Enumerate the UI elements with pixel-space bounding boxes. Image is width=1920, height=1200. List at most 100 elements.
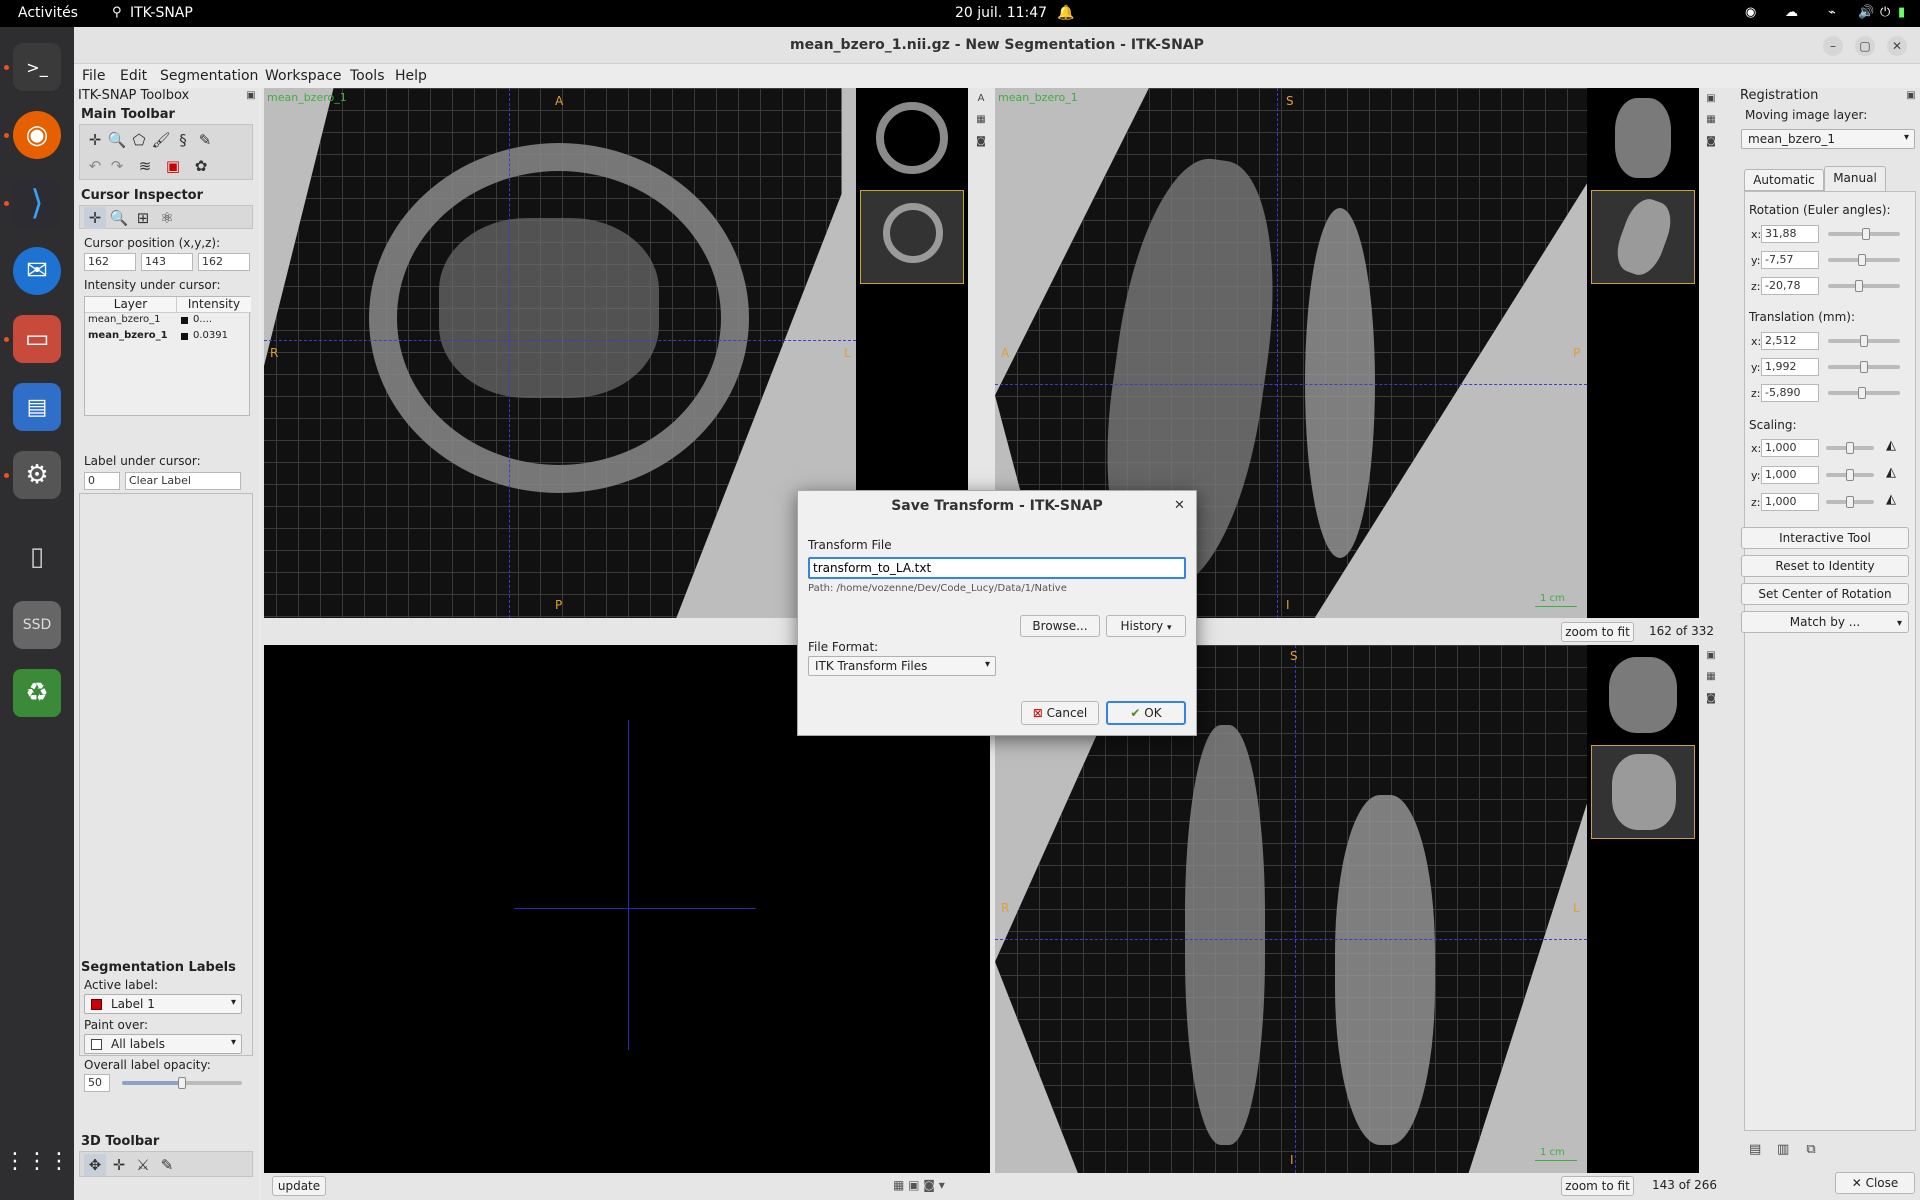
scaling-z-field[interactable]: 1,000 <box>1761 493 1819 511</box>
cloud-icon[interactable]: ☁ <box>1785 5 1798 20</box>
ok-button[interactable]: ✔ OK <box>1106 701 1186 725</box>
tab-manual[interactable]: Manual <box>1824 166 1886 191</box>
maximize-button[interactable]: ▢ <box>1855 36 1875 56</box>
zoom-inspect-icon[interactable]: 🔍 <box>108 207 130 229</box>
dialog-close-icon[interactable]: ✕ <box>1174 498 1185 513</box>
scaling-z-slider[interactable] <box>1826 496 1874 508</box>
table-icon[interactable]: ▦ <box>975 114 987 126</box>
menu-segmentation[interactable]: Segmentation <box>160 68 258 84</box>
crosshair-3d-icon[interactable]: ✛ <box>108 1154 130 1176</box>
network-icon[interactable]: ⌁ <box>1828 5 1836 20</box>
layers-icon[interactable]: ≋ <box>134 155 156 177</box>
terminal-icon[interactable]: >_ <box>13 43 61 91</box>
thumbnail-2-selected[interactable] <box>1591 190 1695 284</box>
files-icon[interactable]: ▭ <box>13 315 61 363</box>
slider-handle[interactable] <box>1858 254 1866 266</box>
app-menu-icon[interactable]: ⚲ <box>112 5 122 20</box>
paintbrush-tool-icon[interactable]: 🖌 <box>150 129 172 151</box>
menu-help[interactable]: Help <box>395 68 427 84</box>
rotation-y-field[interactable]: -7,57 <box>1761 251 1819 269</box>
transform-file-input[interactable] <box>808 557 1186 579</box>
opacity-slider-handle[interactable] <box>178 1077 186 1089</box>
opacity-slider[interactable] <box>122 1077 242 1089</box>
trash-icon[interactable]: ♻ <box>13 669 61 717</box>
show-apps-icon[interactable]: ⋮⋮⋮ <box>4 1137 70 1185</box>
slider-handle[interactable] <box>1846 496 1854 508</box>
scaling-y-slider[interactable] <box>1826 469 1874 481</box>
vscode-icon[interactable]: ⟩ <box>13 179 61 227</box>
layer-name-cell[interactable]: mean_bzero_1 <box>88 330 168 341</box>
flip-icon[interactable]: ◭ <box>1886 465 1896 480</box>
title-bar[interactable]: mean_bzero_1.nii.gz - New Segmentation -… <box>74 27 1920 64</box>
camera-icon[interactable]: ◙ <box>1705 693 1717 705</box>
zoom-tool-icon[interactable]: 🔍 <box>106 129 128 151</box>
minimize-button[interactable]: – <box>1823 36 1843 56</box>
table-icon[interactable]: ▦ <box>1705 671 1717 683</box>
close-window-button[interactable]: ✕ <box>1887 36 1907 56</box>
layer-name-cell[interactable]: mean_bzero_1 <box>88 314 160 325</box>
cursor-x-field[interactable]: 162 <box>84 253 136 271</box>
camera-icon[interactable]: ◙ <box>1705 136 1717 148</box>
grid-icon[interactable]: ⊞ <box>132 207 154 229</box>
rotation-x-slider[interactable] <box>1828 228 1900 240</box>
reset-identity-button[interactable]: Reset to Identity <box>1741 555 1909 577</box>
open-icon[interactable]: ▤ <box>1749 1142 1761 1157</box>
translation-z-slider[interactable] <box>1828 387 1900 399</box>
slider-handle[interactable] <box>1860 335 1868 347</box>
network-tool-icon[interactable]: ⚛ <box>156 207 178 229</box>
file-format-select[interactable]: ITK Transform Files ▾ <box>808 656 996 676</box>
paint-over-select[interactable]: All labels ▾ <box>84 1034 242 1054</box>
menu-edit[interactable]: Edit <box>120 68 147 84</box>
translation-x-slider[interactable] <box>1828 335 1900 347</box>
slider-handle[interactable] <box>1862 228 1870 240</box>
ssd-drive-icon[interactable]: SSD <box>13 601 61 649</box>
cursor-z-field[interactable]: 162 <box>198 253 250 271</box>
browse-button[interactable]: Browse... <box>1020 615 1100 637</box>
undo-icon[interactable]: ↶ <box>84 155 106 177</box>
zoom-to-fit-button[interactable]: zoom to fit <box>1561 622 1634 642</box>
interactive-tool-button[interactable]: Interactive Tool <box>1741 527 1909 549</box>
rotation-z-slider[interactable] <box>1828 280 1900 292</box>
palette-icon[interactable]: ✿ <box>190 155 212 177</box>
update-button[interactable]: update <box>272 1176 326 1196</box>
rotation-z-field[interactable]: -20,78 <box>1761 277 1819 295</box>
libreoffice-impress-icon[interactable]: ▤ <box>13 383 61 431</box>
annotate-icon[interactable]: ▣ <box>1705 650 1717 662</box>
slider-handle[interactable] <box>1855 280 1863 292</box>
translation-z-field[interactable]: -5,890 <box>1761 384 1819 402</box>
thunderbird-icon[interactable]: ✉ <box>13 247 61 295</box>
close-button[interactable]: ✕ Close <box>1835 1172 1915 1194</box>
slider-handle[interactable] <box>1846 442 1854 454</box>
undock-icon[interactable]: ▣ <box>1905 90 1917 102</box>
opacity-field[interactable]: 50 <box>84 1074 110 1092</box>
layout-icons[interactable]: ▦ ▣ ◙ ▾ <box>893 1178 945 1192</box>
cancel-button[interactable]: ⊠ Cancel <box>1021 701 1099 725</box>
device-icon[interactable]: ▯ <box>13 533 61 581</box>
annotate-icon[interactable]: A <box>975 93 987 105</box>
active-label-select[interactable]: Label 1 ▾ <box>84 994 242 1014</box>
scaling-x-slider[interactable] <box>1826 442 1874 454</box>
zoom-to-fit-button[interactable]: zoom to fit <box>1561 1176 1634 1196</box>
camera-icon[interactable]: ◙ <box>975 136 987 148</box>
scaling-y-field[interactable]: 1,000 <box>1761 466 1819 484</box>
cursor-tool-icon[interactable]: ✛ <box>84 207 106 229</box>
menu-workspace[interactable]: Workspace <box>265 68 342 84</box>
app-menu[interactable]: ITK-SNAP <box>130 5 193 21</box>
spray-icon[interactable]: ✎ <box>156 1154 178 1176</box>
copy-icon[interactable]: ⧉ <box>1805 1142 1817 1157</box>
scaling-x-field[interactable]: 1,000 <box>1761 439 1819 457</box>
table-icon[interactable]: ▦ <box>1705 114 1717 126</box>
redo-icon[interactable]: ↷ <box>106 155 128 177</box>
thumbnail-2-selected[interactable] <box>860 190 964 284</box>
layout-icon[interactable]: ▣ <box>162 155 184 177</box>
snake-tool-icon[interactable]: § <box>172 129 194 151</box>
set-center-rotation-button[interactable]: Set Center of Rotation <box>1741 583 1909 605</box>
undock-icon[interactable]: ▣ <box>245 90 257 102</box>
axial-view[interactable]: mean_bzero_1 A P R L <box>264 88 856 618</box>
translation-y-field[interactable]: 1,992 <box>1761 358 1819 376</box>
menu-tools[interactable]: Tools <box>350 68 385 84</box>
firefox-icon[interactable]: ◉ <box>13 111 61 159</box>
tab-automatic[interactable]: Automatic <box>1744 169 1824 191</box>
settings-icon[interactable]: ⚙ <box>13 451 61 499</box>
scalpel-icon[interactable]: ⚔ <box>132 1154 154 1176</box>
